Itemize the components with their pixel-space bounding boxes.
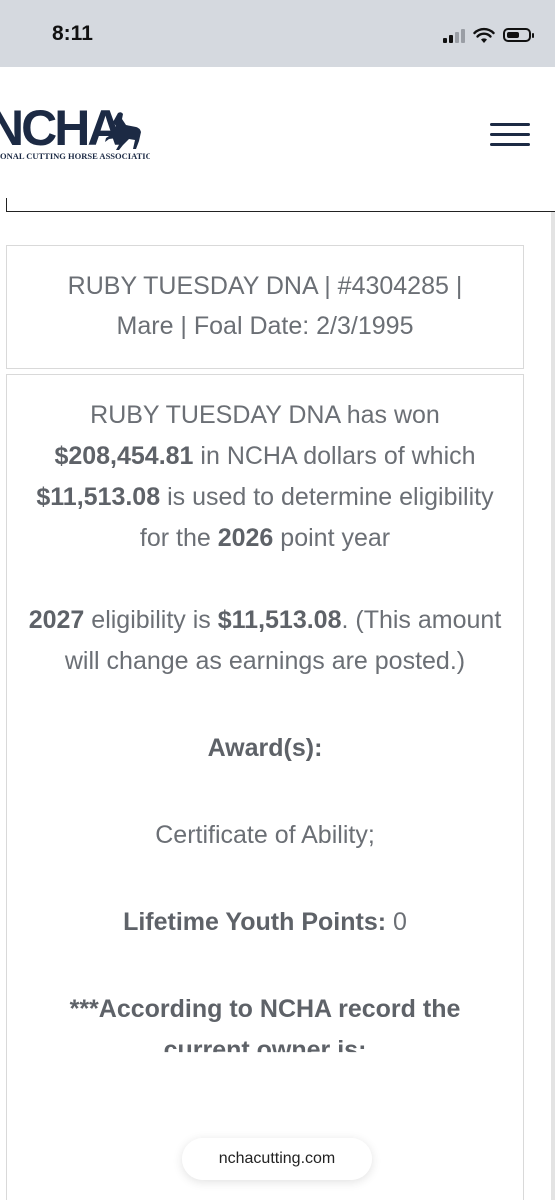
status-icons: [443, 24, 534, 46]
earnings-end-text: point year: [280, 524, 391, 552]
point-year: 2026: [217, 524, 274, 552]
page-edge: [551, 212, 555, 1200]
cellular-signal-icon: [443, 27, 465, 43]
eligibility-amount: $11,513.08: [217, 606, 342, 634]
youth-points-label: Lifetime Youth Points:: [123, 908, 387, 936]
horse-title-line1: RUBY TUESDAY DNA | #4304285 |: [67, 272, 463, 300]
status-bar: 8:11: [0, 0, 555, 67]
total-earnings: $208,454.81: [54, 442, 194, 470]
eligibility-paragraph: 2027 eligibility is $11,513.08. (This am…: [19, 600, 511, 682]
earnings-mid-text: in NCHA dollars of which: [200, 442, 476, 470]
owner-line1: ***According to NCHA record the: [69, 995, 461, 1023]
earnings-paragraph: RUBY TUESDAY DNA has won $208,454.81 in …: [19, 395, 511, 559]
menu-icon[interactable]: [490, 123, 530, 149]
logo-tagline: ONAL CUTTING HORSE ASSOCIATION: [0, 151, 150, 161]
url-bar[interactable]: nchacutting.com: [182, 1138, 372, 1180]
eligibility-text: eligibility is: [91, 606, 211, 634]
awards-heading: Award(s):: [207, 734, 323, 762]
battery-icon: [503, 28, 534, 42]
horse-title-line2: Mare | Foal Date: 2/3/1995: [116, 312, 414, 340]
owner-heading: ***According to NCHA record the current …: [19, 989, 511, 1071]
horse-rider-icon: [105, 112, 141, 150]
header-divider-tick: [6, 198, 7, 212]
youth-points: Lifetime Youth Points: 0: [19, 902, 511, 943]
header-divider: [6, 211, 555, 212]
youth-points-value: 0: [393, 908, 407, 936]
ncha-logo[interactable]: NCHA ONAL CUTTING HORSE ASSOCIATION: [0, 105, 150, 167]
has-won-text: has won: [346, 401, 440, 429]
earnings-box: RUBY TUESDAY DNA has won $208,454.81 in …: [6, 374, 524, 1200]
horse-name-text: RUBY TUESDAY DNA: [90, 401, 340, 429]
site-header: NCHA ONAL CUTTING HORSE ASSOCIATION: [0, 67, 555, 212]
awards-value: Certificate of Ability;: [155, 821, 375, 849]
horse-title-box: RUBY TUESDAY DNA | #4304285 | Mare | Foa…: [6, 245, 524, 369]
owner-line2: current owner is:: [163, 1036, 367, 1064]
status-time: 8:11: [52, 22, 93, 45]
wifi-icon: [473, 27, 495, 43]
eligibility-year: 2027: [28, 606, 85, 634]
eligible-amount: $11,513.08: [36, 483, 161, 511]
